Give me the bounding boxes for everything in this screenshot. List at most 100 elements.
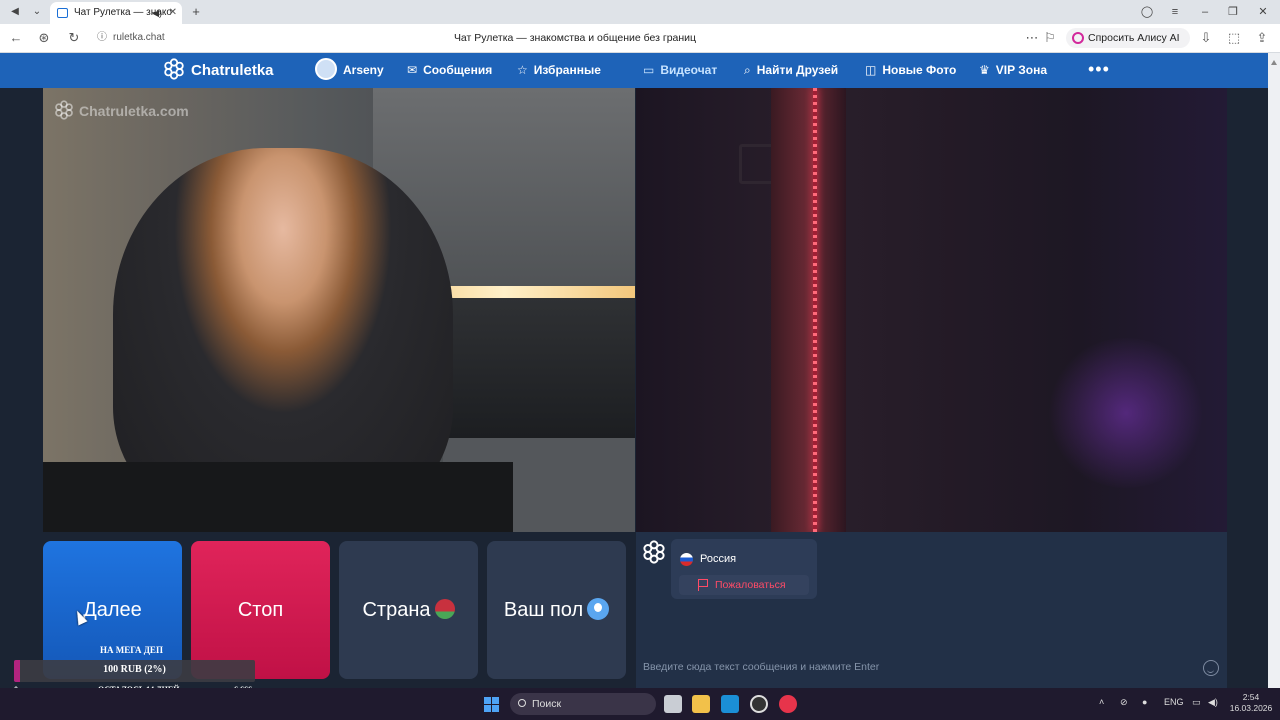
taskbar-search[interactable]: Поиск: [510, 693, 656, 715]
promo-amount: 100 RUB (2%): [103, 664, 166, 675]
restore-icon[interactable]: ❐: [1222, 4, 1244, 20]
promo-title: НА МЕГА ДЕП: [100, 645, 163, 655]
clock-time: 2:54: [1242, 692, 1260, 702]
tab-close-icon[interactable]: ✕: [169, 2, 177, 24]
tab-audio-icon[interactable]: ◀: [6, 4, 24, 20]
country-button[interactable]: Страна: [339, 541, 478, 679]
nav-find-friends-label: Найти Друзей: [756, 63, 839, 77]
nav-vip[interactable]: ♛ VIP Зона: [979, 53, 1047, 88]
bookmark-icon[interactable]: ⚐: [1042, 30, 1058, 46]
gender-avatar-icon: [587, 598, 610, 620]
close-window-icon[interactable]: ✕: [1252, 4, 1274, 20]
brand-logo[interactable]: Chatruletka: [163, 53, 274, 88]
nav-videochat-label: Видеочат: [660, 63, 718, 77]
taskbar-clock[interactable]: 2:54 16.03.2026: [1226, 692, 1276, 714]
extensions-icon[interactable]: ⬚: [1226, 30, 1242, 46]
task-view-icon[interactable]: [664, 695, 682, 713]
nav-vip-label: VIP Зона: [995, 63, 1047, 77]
nav-favorites-label: Избранные: [533, 63, 601, 77]
envelope-icon: ✉: [407, 63, 418, 77]
russia-flag-icon: [680, 553, 693, 566]
camera-icon: ▭: [643, 63, 655, 77]
partner-info-card: Россия Пожаловаться: [671, 539, 817, 599]
nav-find-friends[interactable]: ⌕ Найти Друзей: [744, 53, 838, 88]
tray-lang[interactable]: ENG: [1164, 697, 1184, 707]
share-icon[interactable]: ⇪: [1254, 30, 1270, 46]
page-scrollbar[interactable]: [1268, 53, 1280, 688]
browser-tab-strip: ◀ ⌄ Чат Рулетка — знако ◀) ✕ + ◯ ≡ – ❐ ✕: [0, 0, 1280, 24]
tray-network-icon[interactable]: ⊘: [1120, 697, 1128, 708]
chat-message-input[interactable]: [636, 655, 1227, 679]
chatruletka-logo-icon: [164, 58, 184, 80]
self-video: [636, 88, 1227, 532]
search-icon: ⌕: [744, 63, 751, 77]
report-flag-icon: [698, 579, 708, 591]
star-icon: ☆: [517, 63, 528, 77]
tab-list-chevron-icon[interactable]: ⌄: [28, 4, 46, 20]
tab-favicon-icon: [57, 8, 68, 18]
address-bar: ← ⊛ ↻ ⓘ ruletka.chat Чат Рулетка — знако…: [0, 24, 1280, 53]
ask-alice-button[interactable]: Спросить Алису AI: [1066, 28, 1190, 48]
file-explorer-icon[interactable]: [692, 695, 710, 713]
report-button-label: Пожаловаться: [715, 579, 786, 591]
next-button-label: Далее: [83, 599, 142, 621]
chat-panel: Россия Пожаловаться: [636, 532, 1227, 688]
downloads-icon[interactable]: ⇩: [1198, 30, 1214, 46]
watermark-logo-icon: [55, 100, 73, 120]
steam-icon[interactable]: [721, 695, 739, 713]
nav-new-photos[interactable]: ◫ Новые Фото: [865, 53, 956, 88]
chat-logo-icon: [643, 540, 665, 564]
site-nav: Chatruletka Arseny ✉ Сообщения ☆ Избранные…: [0, 53, 1268, 88]
nav-user[interactable]: Arseny: [315, 53, 384, 88]
partner-video: [43, 88, 635, 532]
page-title: Чат Рулетка — знакомства и общение без г…: [453, 32, 697, 44]
watermark-text: Chatruletka.com: [79, 103, 189, 119]
new-tab-button[interactable]: +: [189, 5, 203, 19]
video-led-strip: [813, 88, 817, 532]
browser-menu-icon[interactable]: ≡: [1164, 4, 1186, 20]
country-button-label: Страна: [362, 599, 431, 621]
nav-messages-label: Сообщения: [423, 63, 493, 77]
taskbar-search-label: Поиск: [532, 698, 562, 710]
windows-start-icon[interactable]: [484, 697, 499, 712]
taskbar-search-icon: [518, 699, 526, 707]
belarus-flag-icon: [434, 599, 455, 619]
next-button[interactable]: Далее: [43, 541, 182, 679]
nav-favorites[interactable]: ☆ Избранные: [517, 53, 601, 88]
more-menu-icon[interactable]: •••: [1088, 53, 1110, 88]
browser-tab[interactable]: Чат Рулетка — знако ◀) ✕: [50, 2, 182, 24]
nav-messages[interactable]: ✉ Сообщения: [407, 53, 492, 88]
more-dots-icon[interactable]: ⋯: [1024, 30, 1040, 46]
gender-button[interactable]: Ваш пол: [487, 541, 626, 679]
video-watermark: Chatruletka.com: [54, 100, 189, 120]
photo-camera-icon: ◫: [865, 63, 877, 77]
partner-country: Россия: [700, 553, 737, 565]
tray-mic-icon[interactable]: ●: [1142, 697, 1147, 707]
tray-chevron-icon[interactable]: ˄: [1099, 697, 1104, 707]
chat-logo: [642, 540, 666, 569]
report-button[interactable]: Пожаловаться: [679, 575, 809, 595]
taskbar: Поиск ˄ ⊘ ● ENG ▭ ◀) 2:54 16.03.2026: [0, 688, 1280, 720]
video-purple-glow: [1046, 338, 1206, 488]
minimize-icon[interactable]: –: [1194, 4, 1216, 20]
scroll-up-arrow-icon[interactable]: [1271, 57, 1277, 65]
emoji-icon[interactable]: [1203, 660, 1219, 676]
profile-icon[interactable]: ◯: [1136, 4, 1158, 20]
video-curtain: [771, 88, 846, 532]
crown-icon: ♛: [979, 63, 990, 77]
stop-button-label: Стоп: [237, 599, 284, 621]
tray-volume-icon[interactable]: ◀): [1208, 697, 1218, 708]
brand-name: Chatruletka: [191, 62, 274, 79]
user-name: Arseny: [343, 63, 384, 77]
nav-videochat[interactable]: ▭ Видеочат: [643, 53, 717, 88]
yandex-browser-icon[interactable]: [779, 695, 797, 713]
app-icon[interactable]: [750, 695, 768, 713]
video-table: [43, 462, 513, 532]
tray-display-icon[interactable]: ▭: [1192, 697, 1201, 708]
avatar: [315, 58, 337, 80]
tab-sound-icon[interactable]: ◀): [152, 2, 162, 24]
stop-button[interactable]: Стоп: [191, 541, 330, 679]
nav-new-photos-label: Новые Фото: [882, 63, 957, 77]
gender-button-label: Ваш пол: [503, 599, 584, 621]
promo-progress-bar: 100 RUB (2%): [14, 660, 255, 682]
